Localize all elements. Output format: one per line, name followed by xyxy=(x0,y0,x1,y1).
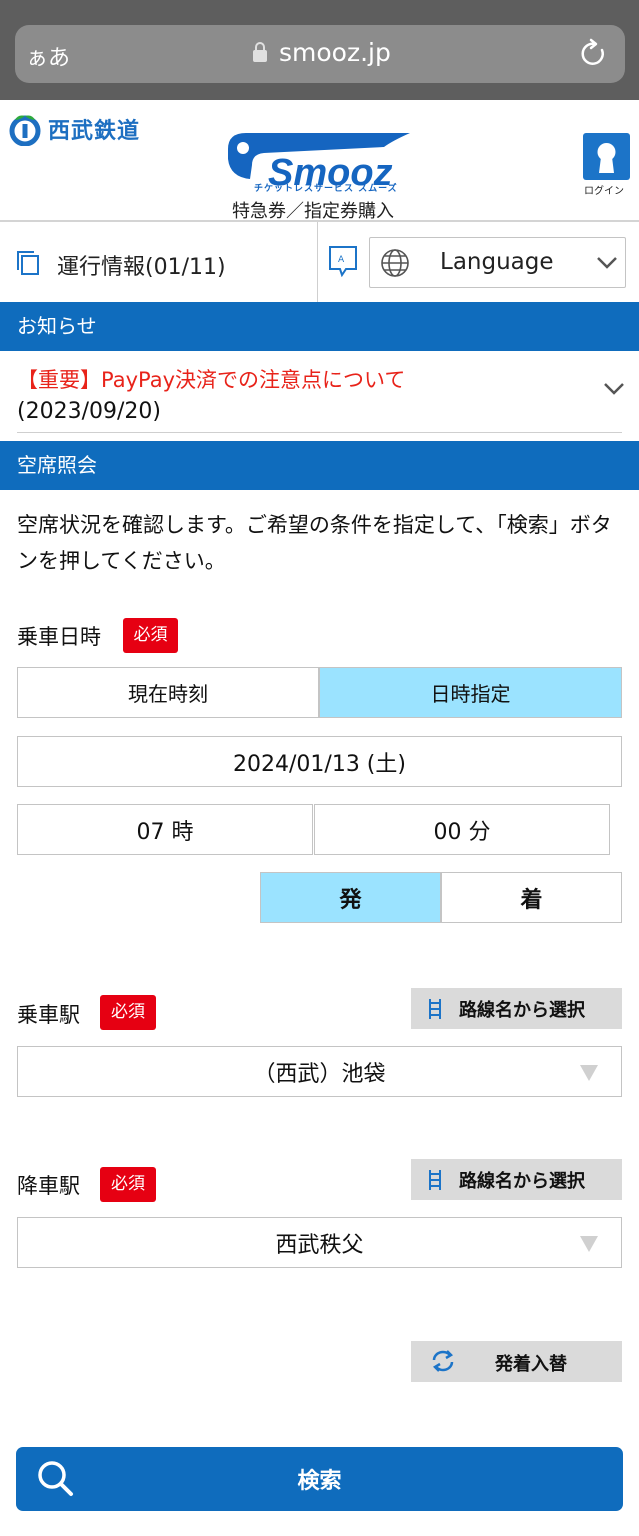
browser-chrome: ぁあ smooz.jp xyxy=(0,0,639,100)
route-list-icon xyxy=(429,1169,441,1190)
swap-icon xyxy=(432,1350,454,1372)
minute-select[interactable]: 00 分 xyxy=(314,804,610,855)
smooz-subtitle: チケットレスサービス スムーズ xyxy=(254,184,398,194)
chevron-down-icon[interactable] xyxy=(603,382,625,396)
page-title: 特急券／指定券購入 xyxy=(232,201,394,222)
seibu-mark-icon xyxy=(9,115,41,146)
divider xyxy=(17,432,622,433)
availability-header: 空席照会 xyxy=(0,441,639,490)
seibu-logo-text: 西武鉄道 xyxy=(48,119,141,144)
route-list-icon xyxy=(429,998,441,1019)
arrive-toggle[interactable]: 着 xyxy=(441,872,622,923)
route-select-label: 路線名から選択 xyxy=(459,1170,585,1192)
date-field[interactable]: 2024/01/13 (土) xyxy=(17,736,622,787)
seibu-logo[interactable]: 西武鉄道 xyxy=(8,112,140,146)
notice-title[interactable]: 【重要】PayPay決済での注意点について xyxy=(17,364,405,394)
boarding-station-value: （西武）池袋 xyxy=(253,1061,386,1087)
swap-label: 発着入替 xyxy=(495,1354,567,1375)
language-select[interactable]: Language xyxy=(369,237,626,288)
operation-info-link[interactable]: 運行情報(01/11) xyxy=(0,222,318,302)
alighting-station-value: 西武秩父 xyxy=(275,1232,364,1258)
search-label: 検索 xyxy=(297,1469,342,1494)
text-size-button[interactable]: ぁあ xyxy=(26,40,70,72)
login-button[interactable] xyxy=(583,133,630,180)
dropdown-triangle-icon xyxy=(580,1065,598,1081)
site-header: 西武鉄道 Smooz チケットレスサービス スムーズ 特急券／指定券購入 ログイ… xyxy=(0,100,639,222)
boarding-station-select[interactable]: （西武）池袋 xyxy=(17,1046,622,1097)
alighting-route-select-button[interactable]: 路線名から選択 xyxy=(411,1159,622,1200)
hour-select[interactable]: 07 時 xyxy=(17,804,313,855)
mode-specify-button[interactable]: 日時指定 xyxy=(319,667,622,718)
swap-stations-button[interactable]: 発着入替 xyxy=(411,1341,622,1382)
language-label: Language xyxy=(440,249,554,275)
operation-info-text: 運行情報(01/11) xyxy=(57,255,226,280)
reload-icon[interactable] xyxy=(580,38,608,68)
notice-date: (2023/09/20) xyxy=(17,399,161,424)
mode-now-button[interactable]: 現在時刻 xyxy=(17,667,319,718)
dropdown-triangle-icon xyxy=(580,1236,598,1252)
route-select-label: 路線名から選択 xyxy=(459,999,585,1021)
windows-icon xyxy=(17,251,39,275)
required-badge: 必須 xyxy=(100,995,156,1030)
alighting-station-select[interactable]: 西武秩父 xyxy=(17,1217,622,1268)
required-badge: 必須 xyxy=(123,618,178,653)
boarding-route-select-button[interactable]: 路線名から選択 xyxy=(411,988,622,1029)
login-label: ログイン xyxy=(584,186,624,197)
boarding-label: 乗車駅 xyxy=(17,1003,80,1027)
globe-icon xyxy=(381,249,409,277)
depart-toggle[interactable]: 発 xyxy=(260,872,441,923)
search-button[interactable]: 検索 xyxy=(16,1447,623,1511)
availability-description: 空席状況を確認します。ご希望の条件を指定して、「検索」ボタンを押してください。 xyxy=(17,513,612,573)
lock-icon xyxy=(253,42,267,62)
url-text[interactable]: smooz.jp xyxy=(279,38,391,67)
required-badge: 必須 xyxy=(100,1167,156,1202)
alighting-label: 降車駅 xyxy=(17,1174,80,1198)
keyhole-icon xyxy=(597,143,616,173)
chevron-down-icon xyxy=(597,257,617,269)
notices-header: お知らせ xyxy=(0,302,639,351)
svg-text:A: A xyxy=(338,255,345,265)
translate-icon[interactable]: A xyxy=(328,245,358,277)
datetime-label: 乗車日時 xyxy=(17,625,101,649)
